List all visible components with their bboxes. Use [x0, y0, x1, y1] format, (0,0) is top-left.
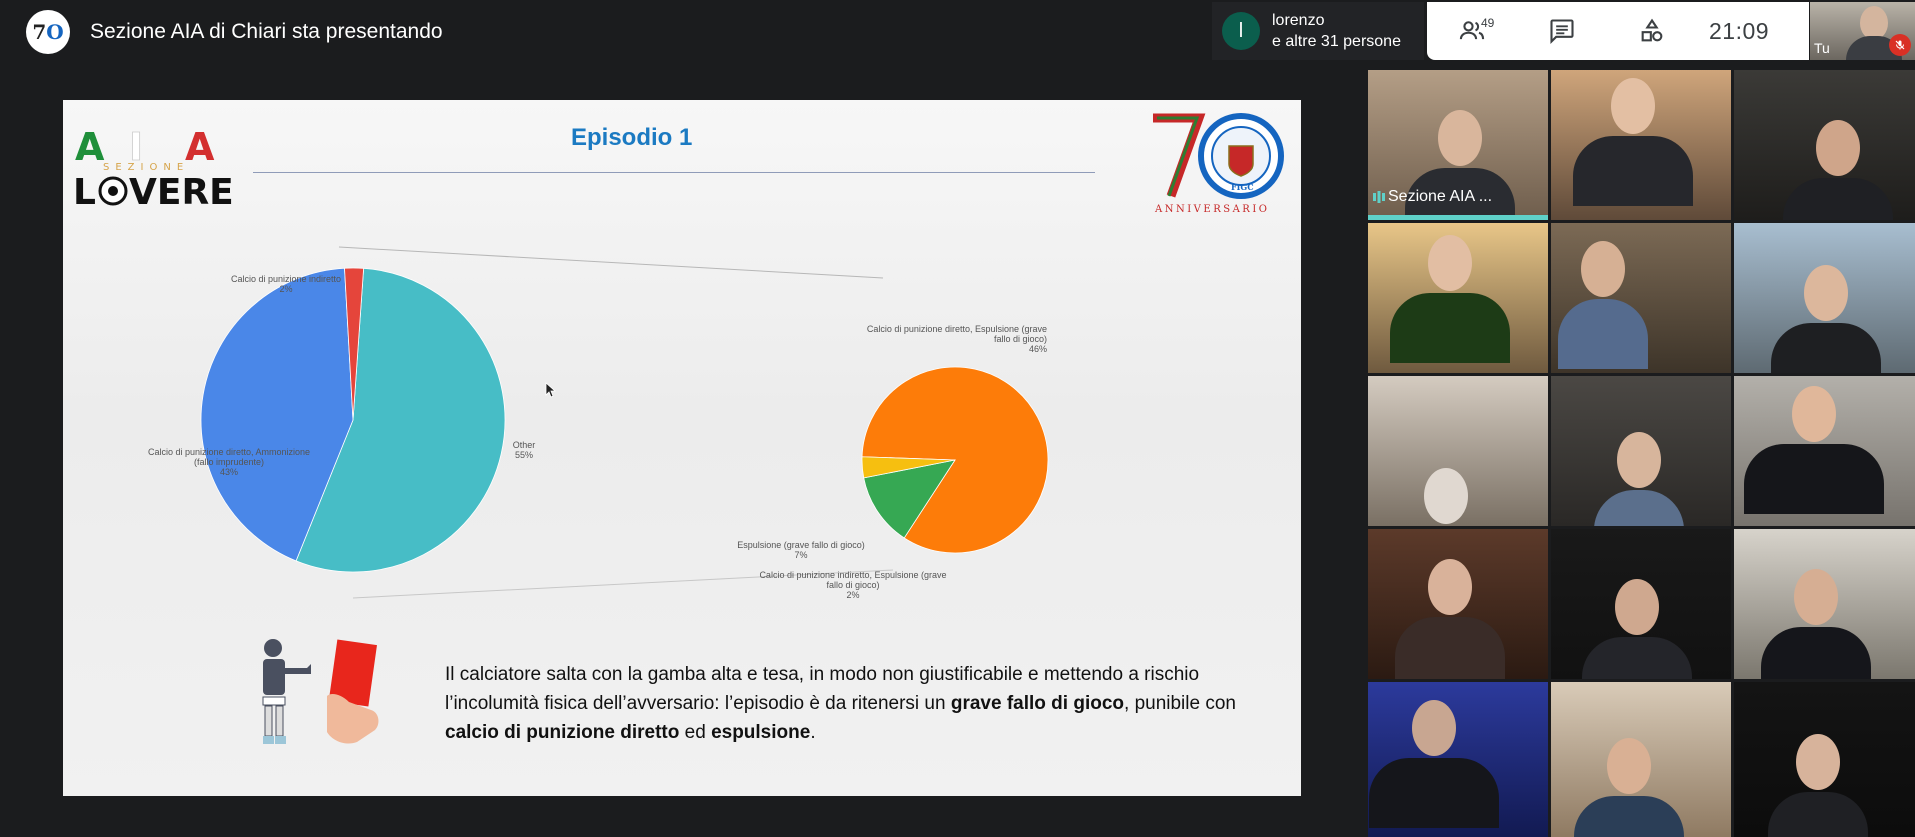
participant-face — [1581, 241, 1625, 297]
participant-video-tile[interactable] — [1368, 223, 1548, 373]
meeting-controls: 49 21:09 — [1427, 2, 1809, 60]
activities-button[interactable] — [1607, 2, 1697, 60]
speaking-indicator-icon — [1373, 191, 1385, 203]
participant-video-tile[interactable] — [1551, 529, 1731, 679]
participant-video-tile[interactable]: Sezione AIA ... — [1368, 70, 1548, 220]
body-text-part: , punibile con — [1124, 693, 1236, 714]
participant-face — [1615, 579, 1659, 635]
participant-video-tile[interactable] — [1551, 376, 1731, 526]
participant-face — [1804, 265, 1848, 321]
participant-video-tile[interactable] — [1734, 223, 1915, 373]
body-text-bold: calcio di punizione diretto — [445, 722, 680, 743]
participant-face — [1611, 78, 1655, 134]
participant-body — [1369, 758, 1499, 828]
participant-face — [1796, 734, 1840, 790]
participant-face — [1607, 738, 1651, 794]
meet-window: 7O Sezione AIA di Chiari sta presentando… — [0, 0, 1915, 837]
label-sec-indiretto-espulsione: Calcio di punizione indiretto, Espulsion… — [759, 570, 946, 600]
meeting-clock: 21:09 — [1709, 17, 1770, 44]
self-label: Tu — [1814, 40, 1830, 56]
participant-body — [1558, 299, 1648, 369]
people-button[interactable]: 49 — [1427, 2, 1517, 60]
participant-video-tile[interactable] — [1551, 70, 1731, 220]
mouse-cursor — [545, 382, 557, 398]
participant-face — [1428, 559, 1472, 615]
chat-icon — [1550, 19, 1574, 45]
participant-grid: Sezione AIA ... — [1368, 70, 1915, 837]
participant-face — [1794, 569, 1838, 625]
active-speaker-chip[interactable]: l lorenzo e altre 31 persone — [1212, 2, 1424, 60]
participant-video-tile[interactable] — [1368, 529, 1548, 679]
participant-video-tile[interactable] — [1734, 529, 1915, 679]
body-text-part: ed — [679, 722, 712, 743]
label-main-other: Other 55% — [513, 440, 536, 460]
chat-button[interactable] — [1517, 2, 1607, 60]
participant-name: lorenzo — [1272, 12, 1325, 29]
self-view-tile[interactable]: Tu — [1810, 2, 1915, 60]
presentation-slide: A I A SEZIONE L VERE Episodio 1 FIGC ANN… — [63, 100, 1301, 796]
presenter-avatar: 7O — [26, 10, 70, 54]
referee-red-card-illustration — [262, 639, 379, 744]
participant-video-tile[interactable] — [1551, 682, 1731, 837]
participant-face — [1428, 235, 1472, 291]
label-sec-diretto-espulsione: Calcio di punizione diretto, Espulsione … — [867, 324, 1047, 354]
participant-face — [1617, 432, 1661, 488]
presenting-title: Sezione AIA di Chiari sta presentando — [90, 20, 443, 43]
slide-body-text: Il calciatore salta con la gamba alta e … — [445, 660, 1245, 747]
participant-video-tile[interactable] — [1734, 376, 1915, 526]
participant-body — [1395, 617, 1505, 679]
label-sec-espulsione: Espulsione (grave fallo di gioco) 7% — [737, 540, 865, 560]
participant-body — [1573, 136, 1693, 206]
self-face — [1860, 6, 1888, 40]
body-text-bold: grave fallo di gioco — [950, 693, 1125, 714]
participant-others: e altre 31 persone — [1272, 33, 1401, 50]
people-count: 49 — [1481, 16, 1495, 30]
participant-face — [1438, 110, 1482, 166]
participant-face — [1792, 386, 1836, 442]
body-text-bold: espulsione — [711, 722, 811, 743]
participant-face — [1412, 700, 1456, 756]
participant-avatar: l — [1222, 12, 1260, 50]
participant-video-tile[interactable] — [1368, 682, 1548, 837]
participant-body — [1744, 444, 1884, 514]
participant-face — [1816, 120, 1860, 176]
participant-video-tile[interactable] — [1551, 223, 1731, 373]
participant-body — [1390, 293, 1510, 363]
participant-video-tile[interactable] — [1368, 376, 1548, 526]
speaking-highlight-bar — [1368, 215, 1548, 220]
body-text-part: . — [810, 722, 816, 743]
mic-off-icon — [1889, 34, 1911, 56]
participant-video-tile[interactable] — [1734, 682, 1915, 837]
participant-face — [1424, 468, 1468, 524]
participant-body — [1761, 627, 1871, 679]
participant-video-tile[interactable] — [1734, 70, 1915, 220]
participant-name-label: Sezione AIA ... — [1388, 188, 1493, 205]
participant-info: lorenzo e altre 31 persone — [1272, 10, 1401, 52]
activities-icon — [1641, 18, 1663, 42]
participant-body — [1771, 323, 1881, 373]
